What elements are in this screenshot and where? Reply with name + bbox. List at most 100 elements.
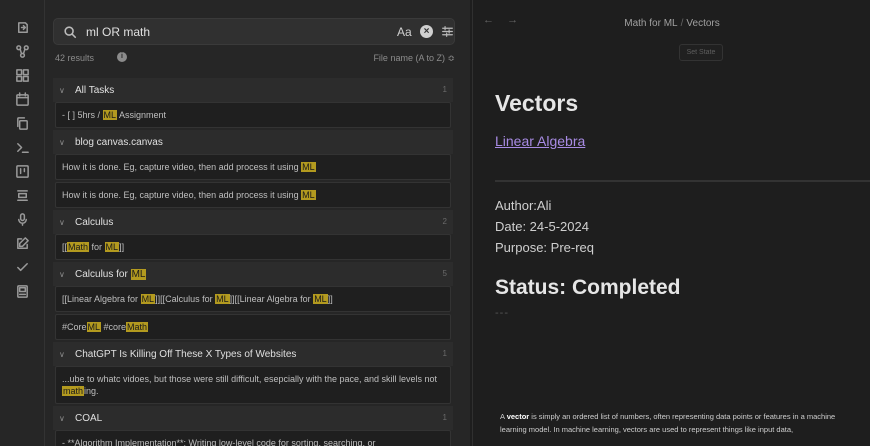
- edit-icon[interactable]: [13, 234, 31, 252]
- grid-icon[interactable]: [13, 66, 31, 84]
- match-text: ing.: [84, 386, 99, 396]
- breadcrumb-separator: /: [680, 18, 684, 29]
- stack-icon[interactable]: [13, 186, 31, 204]
- search-settings-icon[interactable]: [441, 25, 454, 43]
- title-text: Calculus: [75, 216, 114, 228]
- left-ribbon: [0, 0, 45, 446]
- match-text: for: [89, 242, 105, 252]
- result-group: ∨ ChatGPT Is Killing Off These X Types of…: [53, 342, 453, 404]
- result-file-title: ChatGPT Is Killing Off These X Types of …: [75, 349, 296, 360]
- breadcrumb-file[interactable]: Vectors: [686, 18, 719, 29]
- match-text: - [ ] 5hrs /: [62, 110, 103, 120]
- sort-dropdown[interactable]: File name (A to Z) ≎: [373, 53, 455, 64]
- title-text: COAL: [75, 412, 103, 424]
- kanban-icon[interactable]: [13, 162, 31, 180]
- match-text: #core: [101, 322, 127, 332]
- linear-algebra-link[interactable]: Linear Algebra: [495, 133, 585, 149]
- para-prefix: A: [500, 412, 507, 421]
- match-text: How it is done. Eg, capture video, then …: [62, 162, 302, 172]
- results-count: 42 results: [55, 53, 95, 63]
- author-line: Author:Ali: [495, 198, 552, 213]
- breadcrumb: Math for ML / Vectors: [473, 18, 870, 29]
- result-file-title: Calculus for ML: [75, 268, 147, 280]
- result-group-header[interactable]: ∨ All Tasks 1: [53, 78, 453, 102]
- highlight: ML: [140, 294, 156, 304]
- search-match[interactable]: - **Algorithm Implementation**: Writing …: [55, 430, 451, 446]
- search-match[interactable]: #CoreML #coreMath: [55, 314, 451, 340]
- status-heading: Status: Completed: [495, 276, 681, 299]
- highlight: ML: [301, 162, 316, 172]
- set-state-button[interactable]: Set State: [679, 44, 723, 61]
- results-meta: 42 results i File name (A to Z) ≎: [55, 52, 455, 66]
- search-panel: Aa × 42 results i File name (A to Z) ≎ ∨…: [45, 0, 470, 446]
- highlight: math: [62, 386, 85, 396]
- title-text: blog canvas.canvas: [75, 136, 163, 148]
- search-input[interactable]: [86, 24, 386, 40]
- highlight: Math: [126, 322, 149, 332]
- match-text: ]]: [119, 242, 125, 252]
- chevron-down-icon[interactable]: ∨: [59, 218, 69, 227]
- search-match[interactable]: ...ube to whatc vidoes, but those were s…: [55, 366, 451, 404]
- highlight: ML: [86, 322, 102, 332]
- result-group-header[interactable]: ∨ blog canvas.canvas: [53, 130, 453, 154]
- match-text: ...ube to whatc vidoes, but those were s…: [62, 374, 438, 384]
- search-match[interactable]: How it is done. Eg, capture video, then …: [55, 182, 451, 208]
- match-count: 1: [442, 413, 447, 422]
- match-text: Assignment: [117, 110, 167, 120]
- template-icon[interactable]: [13, 282, 31, 300]
- chevron-down-icon[interactable]: ∨: [59, 270, 69, 279]
- search-match[interactable]: - [ ] 5hrs / ML Assignment: [55, 102, 451, 128]
- copy-icon[interactable]: [13, 114, 31, 132]
- result-group: ∨ Calculus 2 [[Math for ML]]: [53, 210, 453, 260]
- highlight: ML: [104, 242, 120, 252]
- search-results: ∨ All Tasks 1 - [ ] 5hrs / ML Assignment ∨ bl…: [53, 78, 453, 446]
- match-count: 1: [442, 85, 447, 94]
- search-match[interactable]: [[Linear Algebra for ML]][[Calculus for …: [55, 286, 451, 312]
- result-group-header[interactable]: ∨ COAL 1: [53, 406, 453, 430]
- calendar-icon[interactable]: [13, 90, 31, 108]
- result-file-title: COAL: [75, 413, 102, 424]
- search-icon: [63, 25, 77, 44]
- match-count: 2: [442, 217, 447, 226]
- highlight: ML: [215, 294, 230, 304]
- result-file-title: Calculus: [75, 217, 113, 228]
- para-rest: is simply an ordered list of numbers, of…: [500, 412, 836, 434]
- chevron-down-icon[interactable]: ∨: [59, 138, 69, 147]
- highlight: ML: [313, 294, 328, 304]
- result-file-title: All Tasks: [75, 85, 114, 96]
- match-count: 1: [442, 349, 447, 358]
- breadcrumb-folder[interactable]: Math for ML: [624, 18, 677, 29]
- search-match[interactable]: How it is done. Eg, capture video, then …: [55, 154, 451, 180]
- match-text: ]][[Linear Algebra for: [229, 294, 314, 304]
- graph-view-icon[interactable]: [13, 42, 31, 60]
- result-group: ∨ Calculus for ML 5 [[Linear Algebra for ML…: [53, 262, 453, 340]
- match-count: 5: [442, 269, 447, 278]
- search-match[interactable]: [[Math for ML]]: [55, 234, 451, 260]
- highlight: ML: [130, 268, 147, 280]
- open-vault-icon[interactable]: [13, 18, 31, 36]
- terminal-icon[interactable]: [13, 138, 31, 156]
- page-title: Vectors: [495, 90, 579, 116]
- match-case-button[interactable]: Aa: [397, 25, 412, 39]
- chevron-down-icon[interactable]: ∨: [59, 86, 69, 95]
- chevron-down-icon[interactable]: ∨: [59, 414, 69, 423]
- clear-search-button[interactable]: ×: [420, 25, 433, 38]
- horizontal-rule-markup: ---: [495, 307, 509, 319]
- highlight: ML: [301, 190, 316, 200]
- microphone-icon[interactable]: [13, 210, 31, 228]
- check-icon[interactable]: [13, 258, 31, 276]
- purpose-line: Purpose: Pre-req: [495, 240, 594, 255]
- title-text: Calculus for: [75, 268, 131, 280]
- search-box: Aa ×: [53, 18, 455, 45]
- match-text: #Core: [62, 322, 87, 332]
- match-text: ]]: [327, 294, 333, 304]
- info-icon[interactable]: i: [117, 52, 127, 62]
- result-group-header[interactable]: ∨ Calculus for ML 5: [53, 262, 453, 286]
- match-text: ]][[Calculus for: [155, 294, 216, 304]
- highlight: ML: [102, 110, 118, 120]
- result-group-header[interactable]: ∨ ChatGPT Is Killing Off These X Types of…: [53, 342, 453, 366]
- editor-pane: ← → Math for ML / Vectors Set State Vector…: [472, 0, 870, 446]
- result-file-title: blog canvas.canvas: [75, 137, 163, 148]
- result-group-header[interactable]: ∨ Calculus 2: [53, 210, 453, 234]
- chevron-down-icon[interactable]: ∨: [59, 350, 69, 359]
